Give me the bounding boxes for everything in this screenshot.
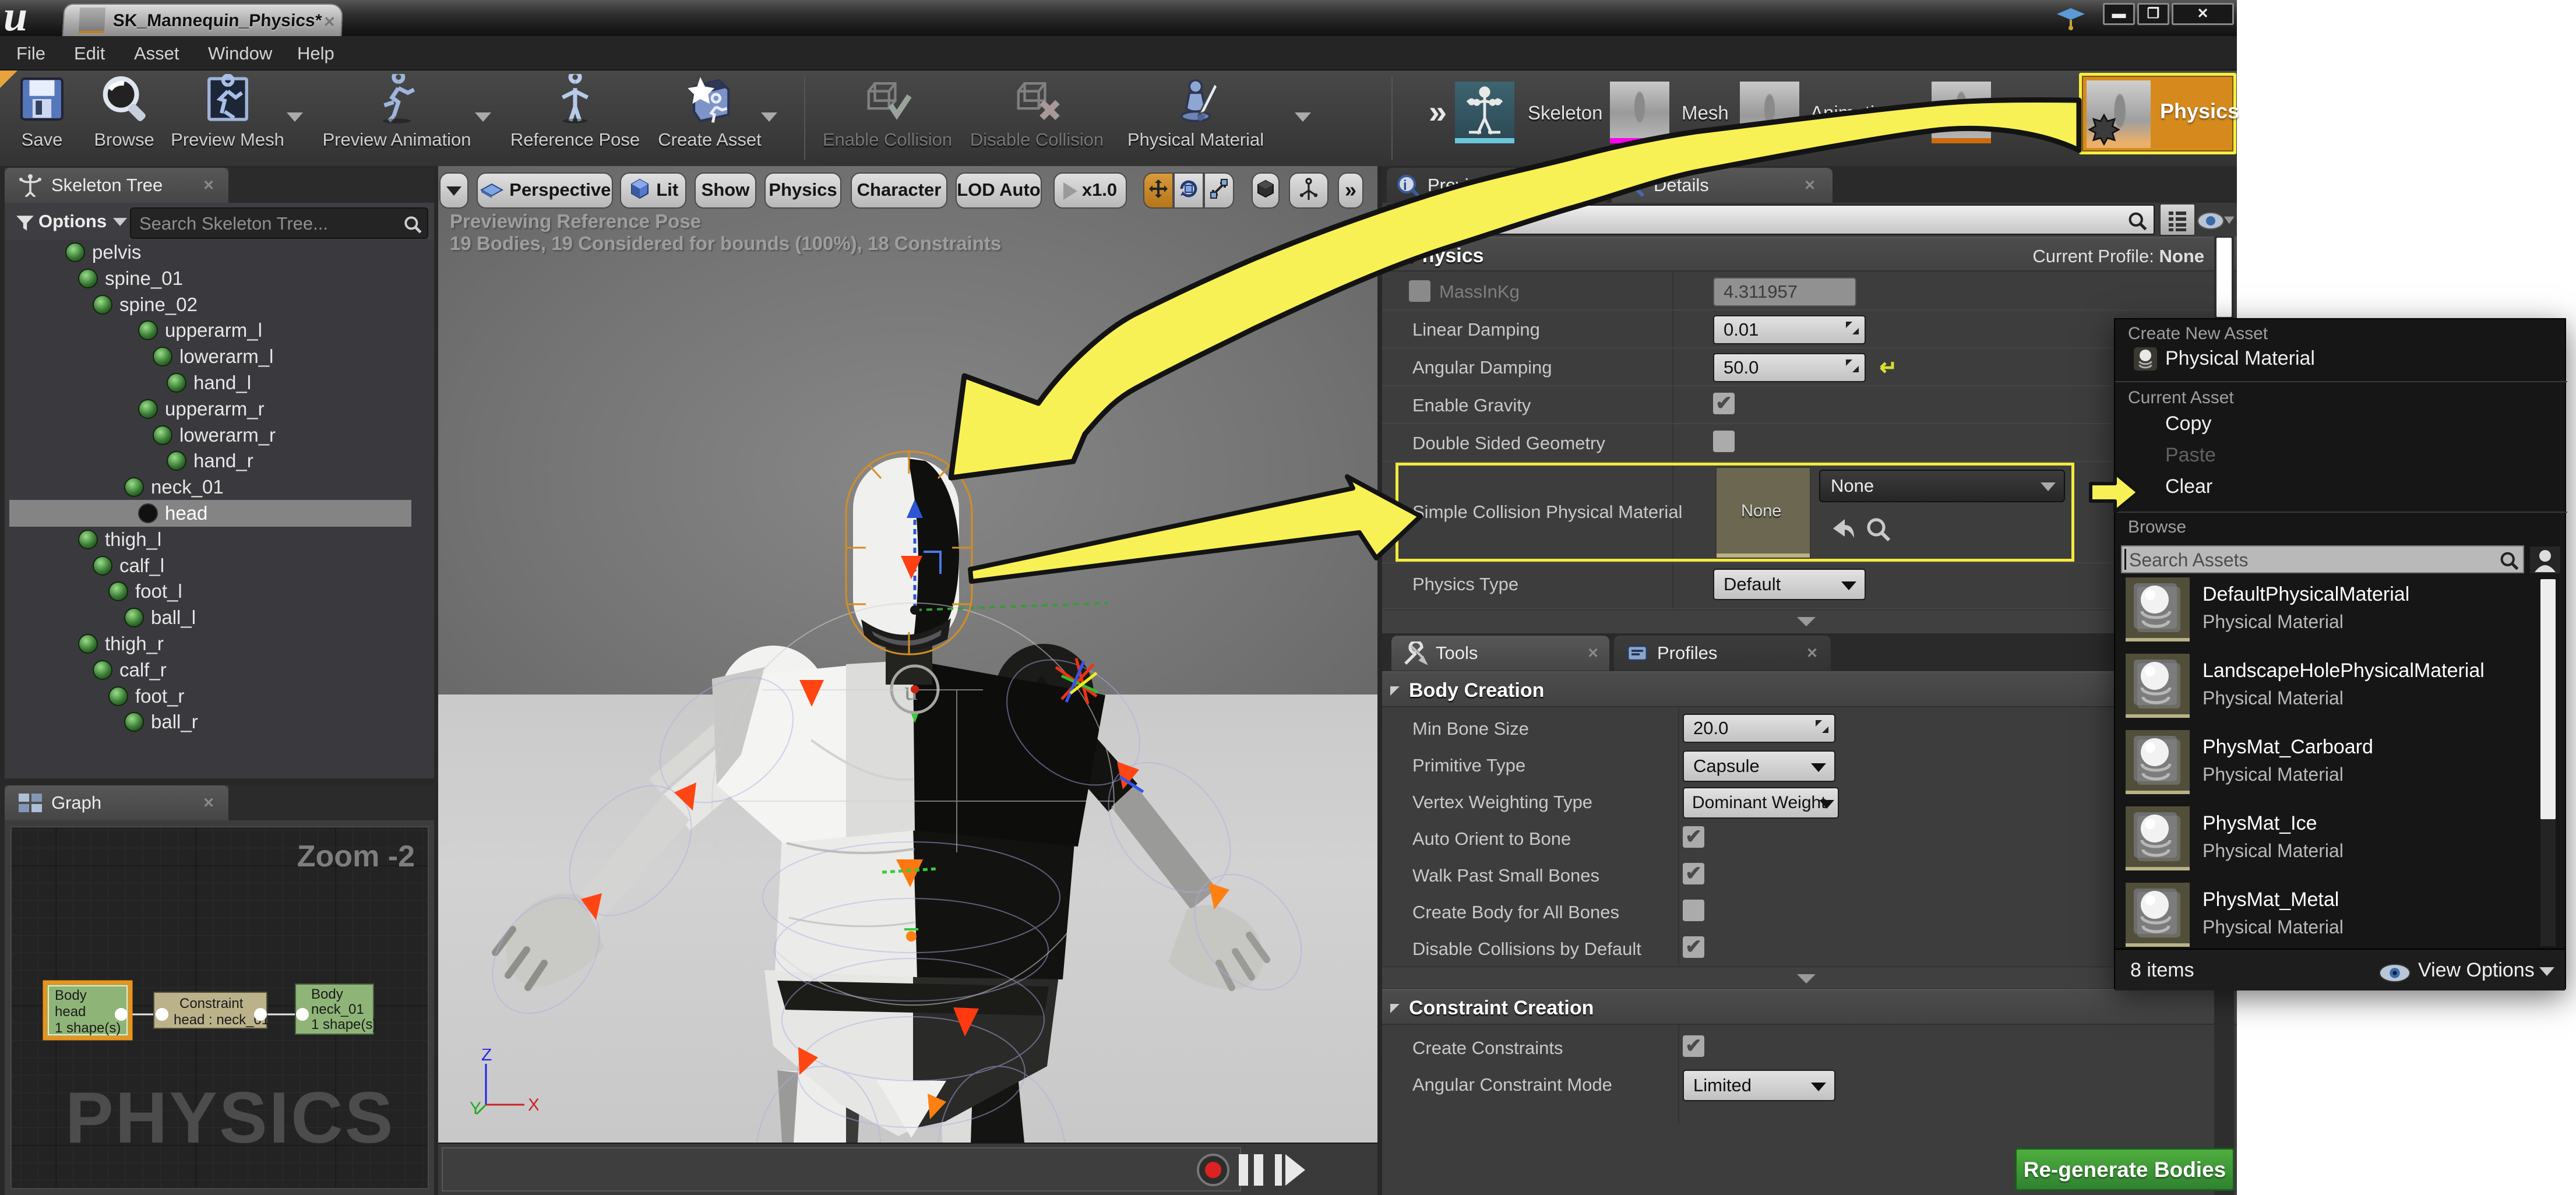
svg-text:1 shape(s): 1 shape(s) [311, 1017, 377, 1032]
svg-text:1 shape(s): 1 shape(s) [55, 1020, 121, 1036]
svg-text:X: X [528, 1095, 538, 1115]
svg-text:Body: Body [55, 988, 87, 1003]
svg-text:Body: Body [311, 986, 343, 1002]
svg-text:neck_01: neck_01 [311, 1002, 364, 1017]
svg-text:head: head [55, 1004, 86, 1020]
svg-text:i: i [1403, 178, 1407, 193]
svg-text:Z: Z [481, 1049, 492, 1064]
svg-text:Constraint: Constraint [179, 996, 244, 1011]
svg-text:Y: Y [470, 1099, 481, 1118]
